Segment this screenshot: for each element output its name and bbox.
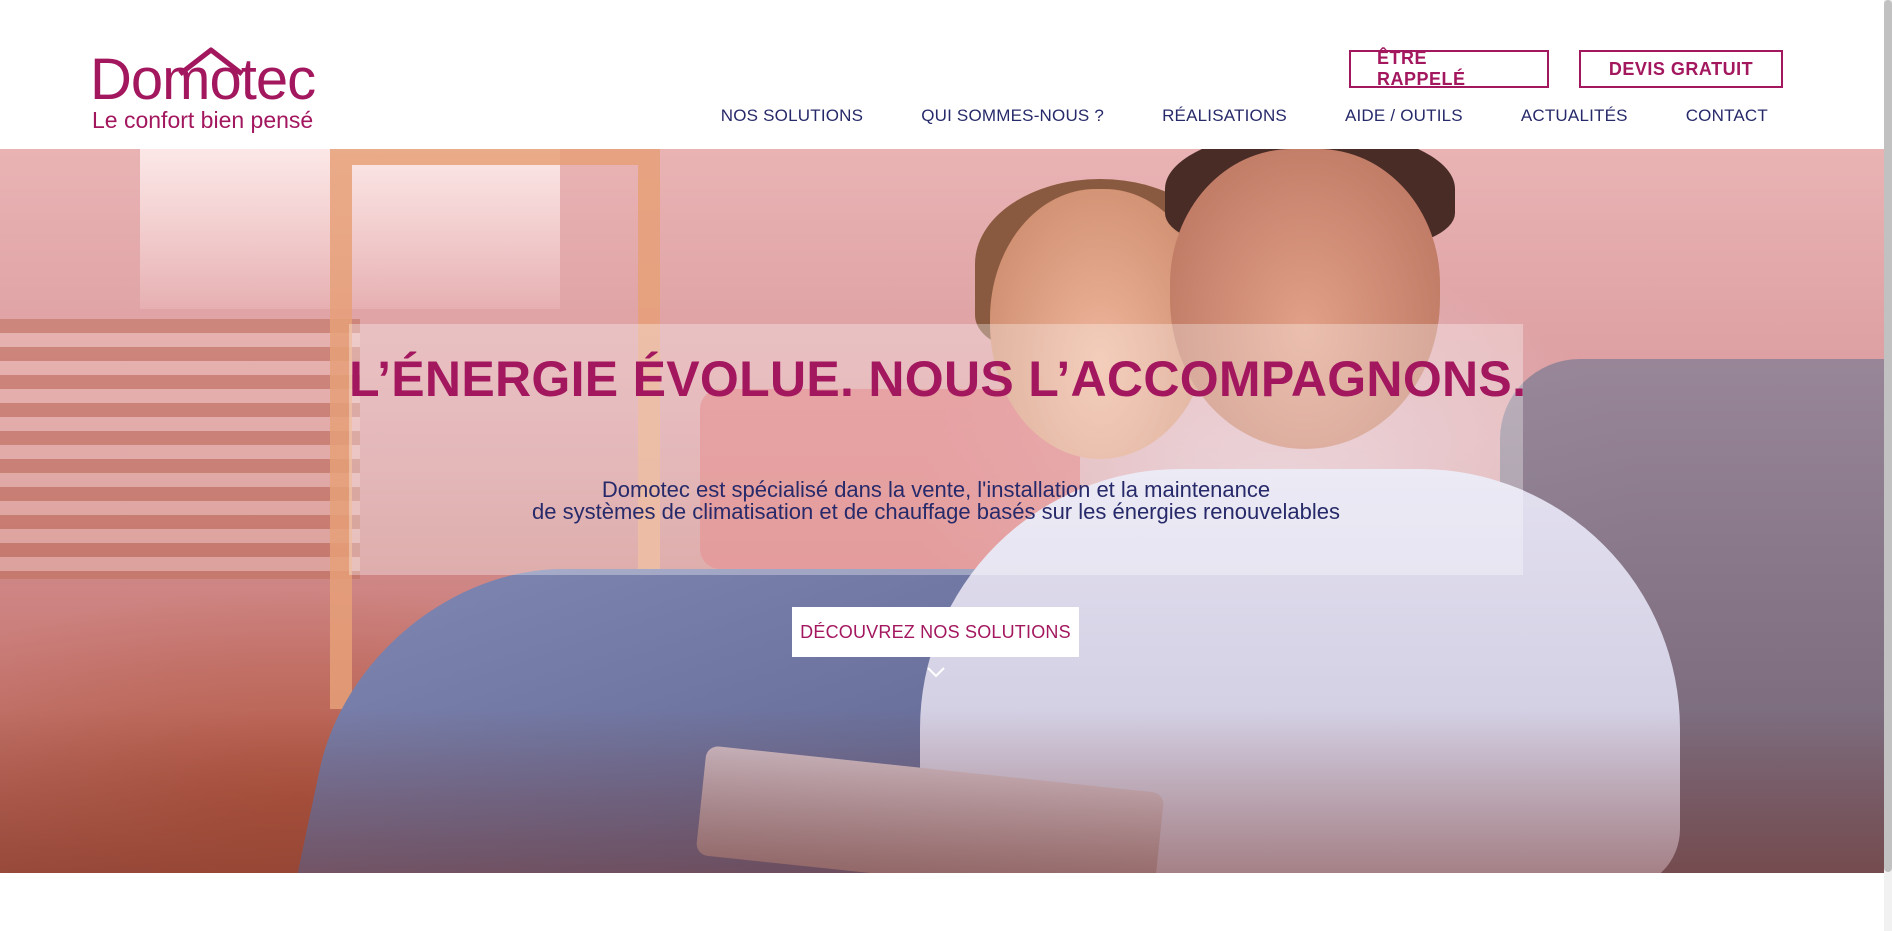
logo-tagline: Le confort bien pensé bbox=[92, 107, 314, 133]
hero-title: L’ÉNERGIE ÉVOLUE. NOUS L’ACCOMPAGNONS. bbox=[349, 351, 1527, 407]
hero-photo-radiator bbox=[0, 319, 360, 579]
scrollbar-thumb[interactable] bbox=[1884, 0, 1892, 872]
chevron-down-icon[interactable] bbox=[925, 665, 947, 679]
nav-item-news[interactable]: ACTUALITÉS bbox=[1521, 106, 1628, 126]
main-nav: NOS SOLUTIONS QUI SOMMES-NOUS ? RÉALISAT… bbox=[663, 106, 1768, 126]
discover-solutions-button[interactable]: DÉCOUVREZ NOS SOLUTIONS bbox=[792, 607, 1079, 657]
hero-description-line2: de systèmes de climatisation et de chauf… bbox=[532, 499, 1340, 524]
hero-description: Domotec est spécialisé dans la vente, l'… bbox=[349, 479, 1523, 523]
hero-banner: L’ÉNERGIE ÉVOLUE. NOUS L’ACCOMPAGNONS. D… bbox=[0, 149, 1892, 873]
nav-item-contact[interactable]: CONTACT bbox=[1686, 106, 1768, 126]
hero-description-line1: Domotec est spécialisé dans la vente, l'… bbox=[601, 477, 1271, 502]
call-back-button[interactable]: ÊTRE RAPPELÉ bbox=[1349, 48, 1549, 89]
hero-photo-floor bbox=[0, 709, 1892, 873]
nav-item-about[interactable]: QUI SOMMES-NOUS ? bbox=[921, 106, 1104, 126]
nav-item-help-tools[interactable]: AIDE / OUTILS bbox=[1345, 106, 1463, 126]
site-header: Domotec Le confort bien pensé ÊTRE RAPPE… bbox=[0, 0, 1892, 149]
header-actions: ÊTRE RAPPELÉ DEVIS GRATUIT bbox=[1349, 48, 1783, 89]
house-roof-icon bbox=[178, 47, 244, 76]
hero-text-panel: L’ÉNERGIE ÉVOLUE. NOUS L’ACCOMPAGNONS. D… bbox=[349, 324, 1527, 575]
domotec-logo[interactable]: Domotec Le confort bien pensé bbox=[90, 44, 330, 134]
nav-item-solutions[interactable]: NOS SOLUTIONS bbox=[721, 106, 863, 126]
page-scrollbar[interactable] bbox=[1884, 0, 1892, 931]
nav-item-projects[interactable]: RÉALISATIONS bbox=[1162, 106, 1287, 126]
free-quote-button[interactable]: DEVIS GRATUIT bbox=[1579, 50, 1783, 88]
page-content-start bbox=[0, 873, 1892, 931]
